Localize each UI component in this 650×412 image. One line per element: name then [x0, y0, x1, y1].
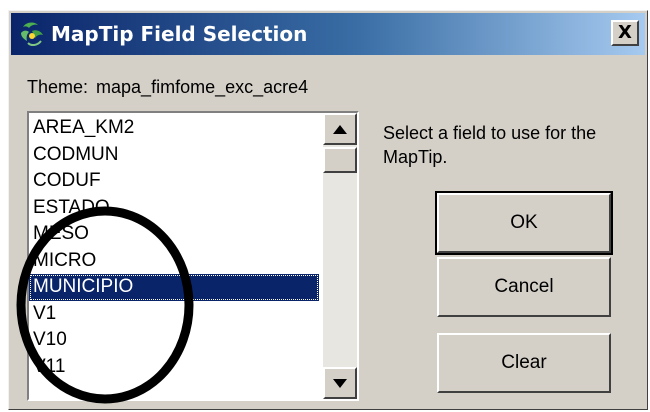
field-listbox[interactable]: AREA_KM2 CODMUN CODUF ESTADO MESO MICRO … — [27, 111, 359, 401]
list-item[interactable]: AREA_KM2 — [29, 115, 319, 142]
list-item[interactable]: V1 — [29, 301, 319, 328]
scroll-down-button[interactable] — [323, 367, 357, 399]
list-item[interactable]: MESO — [29, 221, 319, 248]
list-item-selected[interactable]: MUNICIPIO — [29, 274, 319, 301]
close-button[interactable]: X — [611, 20, 639, 46]
close-icon: X — [618, 22, 632, 43]
maptip-dialog: MapTip Field Selection X Theme: mapa_fimf… — [8, 10, 648, 410]
list-item[interactable]: ESTADO — [29, 195, 319, 222]
theme-label: Theme: — [27, 77, 89, 97]
scroll-up-button[interactable] — [323, 113, 357, 145]
list-item[interactable]: V10 — [29, 327, 319, 354]
globe-app-icon — [21, 22, 43, 47]
list-item[interactable]: V11 — [29, 354, 319, 381]
list-item[interactable]: MICRO — [29, 248, 319, 275]
theme-line: Theme: mapa_fimfome_exc_acre4 — [27, 77, 308, 98]
clear-button[interactable]: Clear — [437, 333, 611, 393]
arrow-down-icon — [333, 378, 347, 388]
cancel-button[interactable]: Cancel — [437, 257, 611, 317]
list-item[interactable]: CODMUN — [29, 142, 319, 169]
instruction-text: Select a field to use for the MapTip. — [383, 123, 597, 167]
list-item[interactable]: CODUF — [29, 168, 319, 195]
vertical-scrollbar[interactable] — [323, 113, 357, 399]
field-list: AREA_KM2 CODMUN CODUF ESTADO MESO MICRO … — [29, 115, 319, 380]
theme-value: mapa_fimfome_exc_acre4 — [96, 77, 309, 97]
window-title: MapTip Field Selection — [51, 22, 308, 46]
arrow-up-icon — [333, 124, 347, 134]
ok-button[interactable]: OK — [435, 191, 613, 255]
scroll-thumb[interactable] — [323, 147, 357, 173]
title-bar[interactable]: MapTip Field Selection X — [11, 13, 645, 55]
